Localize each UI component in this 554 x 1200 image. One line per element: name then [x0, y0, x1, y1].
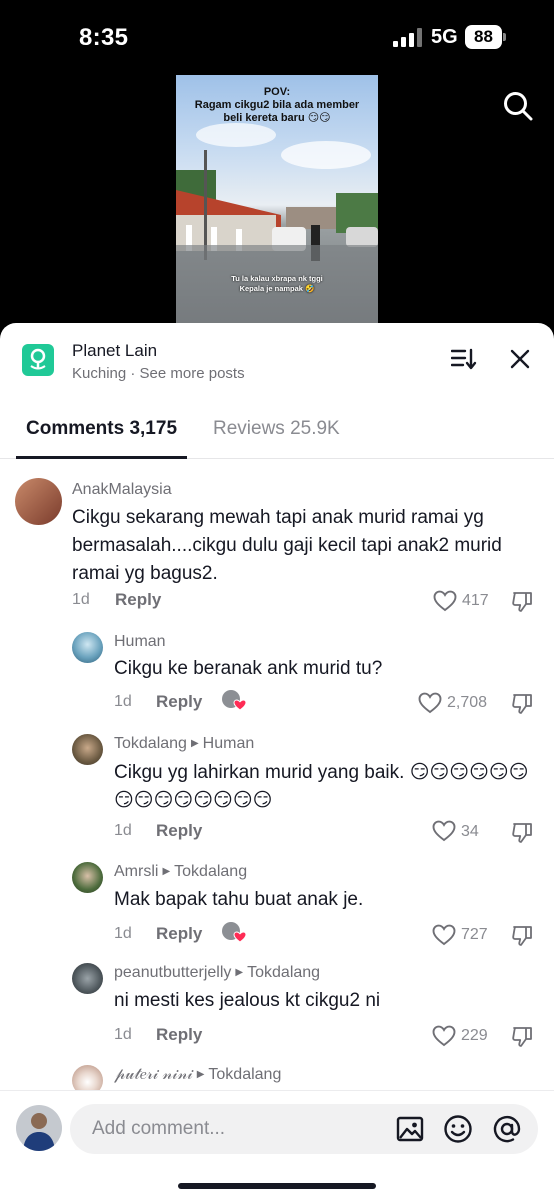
- location-pin-icon: [30, 348, 46, 370]
- reply-button[interactable]: Reply: [156, 821, 202, 841]
- avatar[interactable]: [15, 478, 62, 525]
- tab-comments[interactable]: Comments 3,175: [26, 418, 177, 440]
- network-label: 5G: [431, 26, 458, 48]
- comment-author[interactable]: 𝓅𝓊𝓉𝑒𝓇𝒾 𝓃𝒾𝓃𝒾: [114, 1066, 193, 1083]
- avatar[interactable]: [72, 734, 103, 765]
- reply-target[interactable]: Human: [203, 735, 255, 752]
- status-time: 8:35: [79, 24, 129, 51]
- reply-target[interactable]: Tokdalang: [247, 964, 320, 981]
- video-subtitle: Tu la kalau xbrapa nk tggi Kepala je nam…: [231, 274, 323, 293]
- comment-date: 1d: [114, 822, 132, 839]
- like-count: 727: [461, 926, 488, 943]
- comment-item: Tokdalang ▶ Human Cikgu yg lahirkan murid …: [0, 734, 554, 848]
- comment-text: Mak bapak tahu buat anak je.: [114, 889, 364, 910]
- comment-item: peanutbutterjelly ▶ Tokdalang ni mesti kes…: [0, 963, 554, 1049]
- sort-icon[interactable]: [451, 348, 477, 370]
- battery-level: 88: [465, 25, 502, 49]
- comment-item: Human Cikgu ke beranak ank murid tu? 1d …: [0, 632, 554, 718]
- comment-date: 1d: [114, 925, 132, 942]
- avatar[interactable]: [72, 862, 103, 893]
- comment-text: Cikgu sekarang mewah tapi anak murid ram…: [72, 507, 502, 584]
- heart-icon[interactable]: [433, 590, 457, 612]
- close-icon[interactable]: [510, 349, 530, 369]
- comment-username[interactable]: Amrsli ▶ Tokdalang: [114, 863, 247, 881]
- comment-composer: Add comment...: [0, 1090, 554, 1200]
- reply-target[interactable]: Tokdalang: [208, 1066, 281, 1083]
- reply-arrow-icon: ▶: [196, 1069, 205, 1080]
- my-avatar[interactable]: [16, 1105, 62, 1151]
- heart-icon[interactable]: [432, 1025, 456, 1047]
- comment-input-placeholder: Add comment...: [92, 1118, 226, 1139]
- comment-date: 1d: [114, 1026, 132, 1043]
- comment-text: Cikgu ke beranak ank murid tu?: [114, 658, 383, 679]
- thumbs-down-icon[interactable]: [511, 591, 533, 613]
- comment-username[interactable]: peanutbutterjelly ▶ Tokdalang: [114, 964, 320, 982]
- active-tab-indicator: [16, 456, 187, 459]
- shop-name[interactable]: Planet Lain: [72, 341, 157, 361]
- reply-arrow-icon: ▶: [190, 738, 199, 749]
- comment-username[interactable]: Tokdalang ▶ Human: [114, 735, 254, 753]
- comment-text: Cikgu yg lahirkan murid yang baik. 😏😏😏😏😏…: [114, 762, 529, 811]
- home-indicator: [178, 1183, 376, 1189]
- like-count: 417: [462, 592, 489, 609]
- comment-input[interactable]: Add comment...: [70, 1104, 538, 1154]
- shop-meta[interactable]: Kuching · See more posts: [72, 365, 245, 382]
- comment-item: AnakMalaysia Cikgu sekarang mewah tapi a…: [0, 478, 554, 618]
- user-photo: [16, 1105, 62, 1151]
- video-caption: POV: Ragam cikgu2 bila ada member beli k…: [194, 86, 360, 124]
- signal-icon: [393, 28, 422, 47]
- like-count: 34: [461, 823, 479, 840]
- tab-reviews[interactable]: Reviews 25.9K: [213, 418, 340, 440]
- battery-icon: 88: [465, 25, 507, 49]
- heart-icon[interactable]: [432, 924, 456, 946]
- comment-username[interactable]: Human: [114, 633, 166, 651]
- at-icon[interactable]: [492, 1114, 522, 1144]
- thumbs-down-icon[interactable]: [511, 822, 533, 844]
- heart-icon[interactable]: [432, 820, 456, 842]
- video-thumbnail[interactable]: POV: Ragam cikgu2 bila ada member beli k…: [176, 75, 378, 325]
- creator-liked-icon: [222, 690, 247, 711]
- heart-icon[interactable]: [418, 692, 442, 714]
- thumbs-down-icon[interactable]: [511, 925, 533, 947]
- thumbs-down-icon[interactable]: [511, 693, 533, 715]
- thumbs-down-icon[interactable]: [511, 1026, 533, 1048]
- comment-author[interactable]: Tokdalang: [114, 735, 187, 752]
- comments-sheet: Planet Lain Kuching · See more posts Com…: [0, 323, 554, 1200]
- reply-target[interactable]: Tokdalang: [174, 863, 247, 880]
- reply-button[interactable]: Reply: [156, 924, 202, 944]
- emoji-icon[interactable]: [443, 1114, 473, 1144]
- comment-date: 1d: [72, 591, 90, 608]
- comment-text: ni mesti kes jealous kt cikgu2 ni: [114, 990, 381, 1011]
- avatar[interactable]: [72, 963, 103, 994]
- comment-username[interactable]: AnakMalaysia: [72, 481, 172, 499]
- comment-item: Amrsli ▶ Tokdalang Mak bapak tahu buat ana…: [0, 862, 554, 948]
- reply-arrow-icon: ▶: [162, 866, 171, 877]
- reply-button[interactable]: Reply: [156, 692, 202, 712]
- reply-arrow-icon: ▶: [235, 967, 244, 978]
- avatar[interactable]: [72, 632, 103, 663]
- like-count: 229: [461, 1027, 488, 1044]
- comment-author[interactable]: peanutbutterjelly: [114, 964, 231, 981]
- shop-logo[interactable]: [22, 344, 54, 376]
- comment-date: 1d: [114, 693, 132, 710]
- comment-author[interactable]: Amrsli: [114, 863, 158, 880]
- comment-username[interactable]: 𝓅𝓊𝓉𝑒𝓇𝒾 𝓃𝒾𝓃𝒾 ▶ Tokdalang: [114, 1066, 281, 1084]
- search-icon[interactable]: [502, 90, 534, 122]
- image-icon[interactable]: [395, 1114, 425, 1144]
- creator-liked-icon: [222, 922, 247, 943]
- status-bar: 8:35 5G 88: [0, 0, 554, 74]
- tab-bar: Comments 3,175 Reviews 25.9K: [0, 409, 554, 459]
- like-count: 2,708: [447, 694, 488, 711]
- reply-button[interactable]: Reply: [156, 1025, 202, 1045]
- reply-button[interactable]: Reply: [115, 590, 161, 610]
